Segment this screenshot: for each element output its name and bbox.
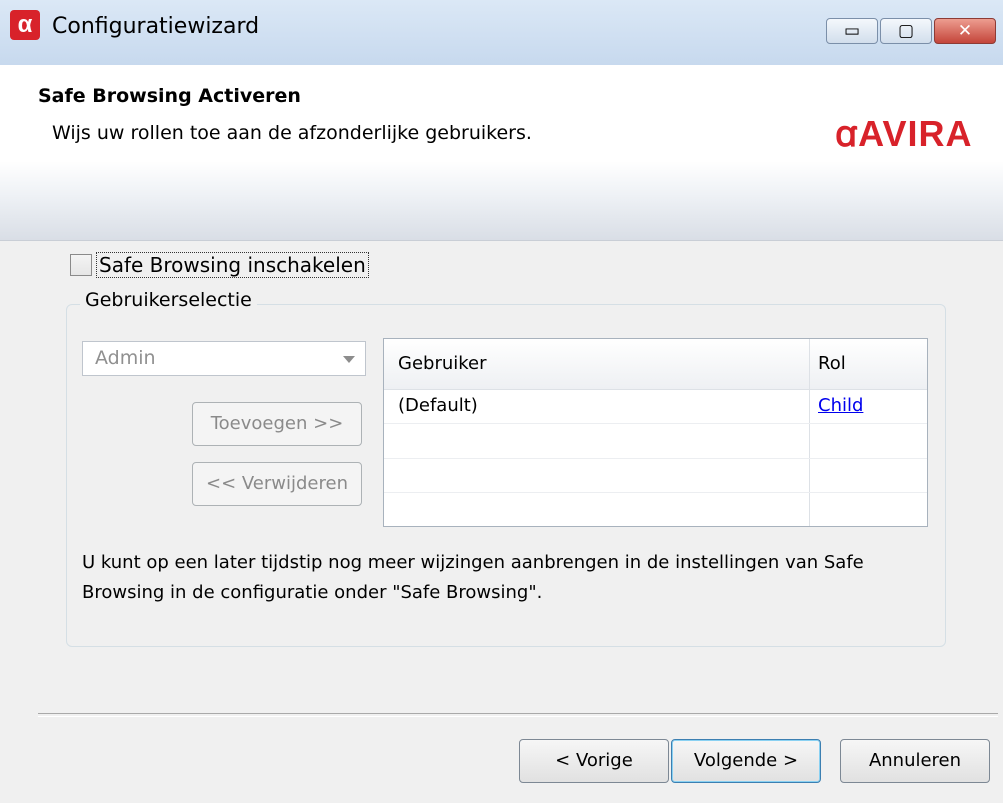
user-role-table: Gebruiker Rol (Default) Child (383, 338, 928, 527)
safe-browsing-checkbox-label[interactable]: Safe Browsing inschakelen (96, 252, 369, 278)
safe-browsing-checkbox[interactable] (70, 254, 92, 276)
table-row (384, 424, 927, 459)
maximize-icon: ▢ (897, 21, 915, 41)
column-header-role[interactable]: Rol (818, 339, 846, 389)
safe-browsing-checkbox-row[interactable]: Safe Browsing inschakelen (70, 252, 369, 278)
add-user-button[interactable]: Toevoegen >> (192, 402, 362, 446)
user-select-value: Admin (95, 347, 156, 369)
minimize-icon: ▭ (843, 21, 861, 41)
info-note: U kunt op een later tijdstip nog meer wi… (82, 552, 864, 603)
footer-divider (38, 713, 998, 717)
user-cell: (Default) (398, 395, 478, 416)
window-title: Configuratiewizard (52, 14, 260, 39)
title-bar[interactable]: α Configuratiewizard ▭ ▢ ✕ (0, 0, 1003, 66)
wizard-window: α Configuratiewizard ▭ ▢ ✕ Safe Browsing… (0, 0, 1003, 803)
close-button[interactable]: ✕ (934, 18, 996, 44)
previous-button[interactable]: < Vorige (519, 739, 669, 783)
chevron-down-icon (343, 356, 355, 363)
minimize-button[interactable]: ▭ (826, 18, 878, 44)
user-select-dropdown[interactable]: Admin (82, 341, 366, 376)
cancel-button[interactable]: Annuleren (840, 739, 990, 783)
maximize-button[interactable]: ▢ (880, 18, 932, 44)
page-subtitle: Wijs uw rollen toe aan de afzonderlijke … (52, 122, 532, 144)
user-selection-group-title: Gebruikerselectie (80, 289, 257, 311)
role-link[interactable]: Child (818, 395, 863, 416)
next-button[interactable]: Volgende > (671, 739, 821, 783)
table-header: Gebruiker Rol (384, 339, 927, 390)
close-icon: ✕ (957, 21, 973, 41)
remove-user-button[interactable]: << Verwijderen (192, 462, 362, 506)
table-row (384, 458, 927, 493)
table-row[interactable]: (Default) Child (384, 389, 927, 424)
avira-brand-logo: ꭤAVIRA (835, 113, 973, 154)
page-title: Safe Browsing Activeren (38, 85, 301, 107)
column-header-user[interactable]: Gebruiker (398, 339, 487, 389)
table-row (384, 492, 927, 526)
avira-logo-icon: α (10, 10, 40, 40)
